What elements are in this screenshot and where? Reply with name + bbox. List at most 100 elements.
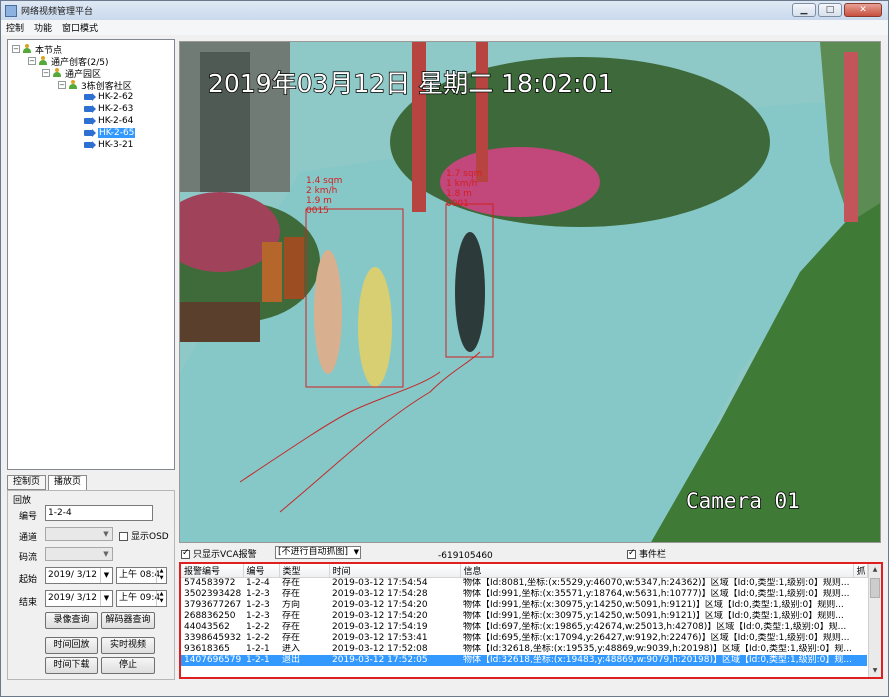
checkbox-icon bbox=[181, 548, 190, 559]
alarm-table[interactable]: 报警编号 编号 类型 时间 信息 抓 574583972 1-2-4 存在 2019-… bbox=[179, 562, 883, 679]
table-row[interactable]: 3502393428 1-2-3 存在 2019-03-12 17:54:28 物体【I… bbox=[181, 589, 867, 600]
capture-mode-select[interactable]: [不进行自动抓图] ▼ bbox=[275, 546, 361, 559]
menu-control[interactable]: 控制 bbox=[1, 21, 29, 34]
column-header[interactable]: 抓 bbox=[853, 564, 868, 578]
cell-capture bbox=[853, 655, 867, 666]
box2-speed: 1 km/h bbox=[446, 179, 477, 189]
camera-icon bbox=[84, 105, 96, 113]
maximize-button[interactable]: □ bbox=[818, 3, 842, 17]
box1-area: 1.4 sqm bbox=[306, 176, 342, 186]
osd-camera-label: Camera 01 bbox=[686, 489, 800, 513]
camera-icon bbox=[84, 117, 96, 125]
table-row-selected[interactable]: 1407696579 1-2-1 退出 2019-03-12 17:52:05 物体【I… bbox=[181, 655, 867, 666]
tree-item-camera[interactable]: HK-3-21 bbox=[84, 139, 133, 151]
time-download-button[interactable]: 时间下载 bbox=[45, 657, 98, 674]
column-header[interactable]: 报警编号 bbox=[181, 564, 244, 578]
scroll-down-icon[interactable]: ▼ bbox=[869, 665, 881, 677]
event-bar-label: 事件栏 bbox=[639, 550, 667, 560]
tree-item-camera[interactable]: HK-2-64 bbox=[84, 115, 133, 127]
id-input[interactable]: 1-2-4 bbox=[45, 505, 153, 521]
cell-info: 物体【Id:32618,坐标:(x:19535,y:48869,w:9039,h… bbox=[463, 644, 852, 654]
show-vca-only-checkbox[interactable]: 只显示VCA报警 bbox=[181, 547, 257, 560]
playback-group-label: 回放 bbox=[11, 493, 34, 506]
end-date-picker[interactable]: 2019/ 3/12 ▼ bbox=[45, 590, 113, 607]
checkbox-icon bbox=[627, 548, 636, 559]
tree-node-level3[interactable]: − 3栋创客社区 bbox=[58, 79, 132, 92]
tab-playback[interactable]: 播放页 bbox=[48, 475, 88, 491]
column-header[interactable]: 编号 bbox=[243, 564, 280, 578]
collapse-toggle-icon[interactable]: − bbox=[28, 57, 36, 65]
red-pole bbox=[412, 42, 426, 212]
spin-arrows-icon[interactable]: ▲ ▼ bbox=[156, 568, 166, 583]
decoder-query-button[interactable]: 解码器查询 bbox=[101, 612, 155, 629]
spin-arrows-icon[interactable]: ▲ ▼ bbox=[156, 591, 166, 606]
stop-button[interactable]: 停止 bbox=[101, 657, 155, 674]
tree-item-camera[interactable]: HK-2-63 bbox=[84, 103, 133, 115]
cell-info: 物体【Id:32618,坐标:(x:19483,y:48869,w:9079,h… bbox=[460, 655, 853, 666]
collapse-toggle-icon[interactable]: − bbox=[58, 81, 66, 89]
cell-capture bbox=[853, 644, 867, 655]
vertical-scrollbar[interactable]: ▲ ▼ bbox=[868, 564, 881, 677]
user-group-icon bbox=[68, 80, 78, 90]
box1-speed: 2 km/h bbox=[306, 186, 337, 196]
cell-time: 2019-03-12 17:52:05 bbox=[329, 655, 460, 666]
user-group-icon bbox=[22, 44, 32, 54]
end-label: 结束 bbox=[19, 598, 38, 608]
scrollbar-thumb[interactable] bbox=[870, 578, 880, 598]
event-bar-checkbox[interactable]: 事件栏 bbox=[627, 547, 666, 560]
cell-info: 物体【Id:695,坐标:(x:17094,y:26427,w:9192,h:2… bbox=[463, 633, 850, 643]
tab-control[interactable]: 控制页 bbox=[7, 475, 47, 490]
channel-label: 通道 bbox=[19, 533, 38, 543]
chevron-down-icon: ▼ bbox=[103, 550, 109, 558]
cell-id: 1-2-3 bbox=[246, 611, 270, 621]
tree-label-level3: 3栋创客社区 bbox=[81, 81, 132, 92]
box2-height: 1.8 m bbox=[446, 189, 472, 199]
cell-capture bbox=[853, 578, 867, 590]
end-time-picker[interactable]: 上午 09:4 ▲ ▼ bbox=[116, 590, 167, 607]
tree-item-camera-selected[interactable]: HK-2-65 bbox=[84, 127, 136, 139]
tree-item-camera[interactable]: HK-2-62 bbox=[84, 91, 133, 103]
tree-node-level1[interactable]: − 通产创客(2/5) bbox=[28, 55, 109, 68]
start-date-picker[interactable]: 2019/ 3/12 ▼ bbox=[45, 567, 113, 584]
column-header[interactable]: 类型 bbox=[279, 564, 330, 578]
collapse-toggle-icon[interactable]: − bbox=[12, 45, 20, 53]
cell-capture bbox=[853, 633, 867, 644]
table-row[interactable]: 268836250 1-2-3 存在 2019-03-12 17:54:20 物体【Id… bbox=[181, 611, 867, 622]
time-playback-button[interactable]: 时间回放 bbox=[45, 637, 98, 654]
show-osd-checkbox[interactable]: 显示OSD bbox=[119, 529, 169, 542]
live-video-button[interactable]: 实时视频 bbox=[101, 637, 155, 654]
collapse-toggle-icon[interactable]: − bbox=[42, 69, 50, 77]
menu-function[interactable]: 功能 bbox=[29, 21, 57, 34]
camera-icon bbox=[84, 93, 96, 101]
tree-node-level2[interactable]: − 通产园区 bbox=[42, 67, 101, 80]
start-time-picker[interactable]: 上午 08:4 ▲ ▼ bbox=[116, 567, 167, 584]
column-header[interactable]: 信息 bbox=[460, 564, 854, 578]
camera-label: HK-2-64 bbox=[98, 116, 134, 126]
stream-select[interactable]: ▼ bbox=[45, 547, 113, 561]
table-row[interactable]: 574583972 1-2-4 存在 2019-03-12 17:54:54 物体【Id… bbox=[181, 578, 867, 590]
table-row[interactable]: 44043562 1-2-2 存在 2019-03-12 17:54:19 物体【Id:… bbox=[181, 622, 867, 633]
chevron-down-icon[interactable]: ▼ bbox=[100, 591, 112, 606]
table-row[interactable]: 3793677267 1-2-3 方向 2019-03-12 17:54:20 物体【I… bbox=[181, 600, 867, 611]
chevron-down-icon[interactable]: ▼ bbox=[100, 568, 112, 583]
end-time-value: 上午 09:4 bbox=[119, 593, 161, 603]
cell-alarm-id: 3793677267 bbox=[184, 600, 242, 610]
minimize-button[interactable]: ▁ bbox=[792, 3, 816, 17]
device-tree[interactable]: − 本节点 − 通产创客(2/5) − 通产园区 − 3栋创客社区 HK-2-6… bbox=[7, 39, 175, 470]
video-view[interactable]: 1.4 sqm 2 km/h 1.9 m 0015 1.7 sqm 1 km/h… bbox=[179, 41, 881, 543]
record-query-button[interactable]: 录像查询 bbox=[45, 612, 98, 629]
cell-capture bbox=[853, 622, 867, 633]
table-row[interactable]: 3398645932 1-2-2 存在 2019-03-12 17:53:41 物体【I… bbox=[181, 633, 867, 644]
tree-node-root[interactable]: − 本节点 bbox=[12, 43, 62, 56]
menu-window-mode[interactable]: 窗口模式 bbox=[57, 21, 103, 34]
close-button[interactable]: ✕ bbox=[844, 3, 882, 17]
column-header[interactable]: 时间 bbox=[329, 564, 461, 578]
checkbox-icon bbox=[119, 532, 128, 541]
channel-select[interactable]: ▼ bbox=[45, 527, 113, 541]
left-tabs: 控制页 播放页 bbox=[7, 475, 88, 491]
cell-id: 1-2-4 bbox=[246, 578, 270, 588]
table-row[interactable]: 93618365 1-2-1 进入 2019-03-12 17:52:08 物体【Id:… bbox=[181, 644, 867, 655]
cell-capture bbox=[853, 600, 867, 611]
show-osd-label: 显示OSD bbox=[131, 532, 169, 542]
scroll-up-icon[interactable]: ▲ bbox=[869, 564, 881, 576]
